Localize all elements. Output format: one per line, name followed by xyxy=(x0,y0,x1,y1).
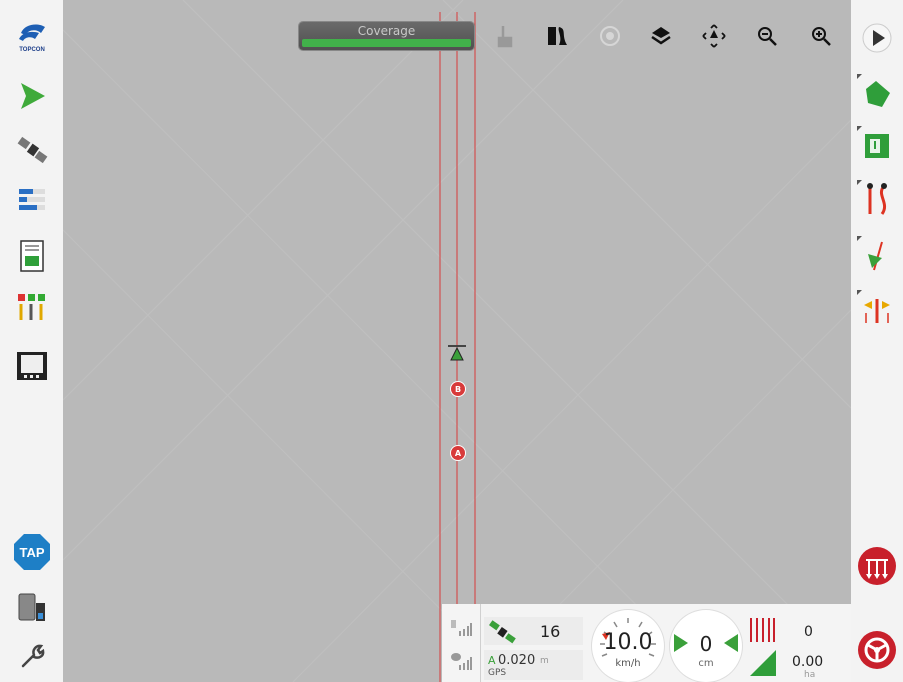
record-icon[interactable] xyxy=(596,22,624,50)
left-toolbar: TOPCON TAP xyxy=(0,0,63,682)
submenu-indicator xyxy=(857,290,862,295)
topcon-logo-icon[interactable]: TOPCON xyxy=(12,16,52,56)
field-boundary-button[interactable] xyxy=(857,74,897,114)
list-icon xyxy=(19,189,45,210)
headland-icon xyxy=(865,134,889,158)
steer-button[interactable] xyxy=(857,630,897,670)
marker-b[interactable]: B xyxy=(450,381,466,397)
map-grid xyxy=(63,0,851,682)
display-button[interactable] xyxy=(12,346,52,386)
rows-count: 0 xyxy=(804,624,813,640)
divider xyxy=(480,604,481,682)
submenu-indicator xyxy=(857,180,862,185)
speed-unit: km/h xyxy=(615,658,641,669)
marker-b-label: B xyxy=(454,384,462,394)
zoom-in-icon[interactable] xyxy=(807,22,835,50)
radio-signal-icon xyxy=(451,653,472,670)
accuracy-prefix: A xyxy=(488,654,496,667)
expand-icon xyxy=(862,23,892,53)
section-control-button[interactable] xyxy=(12,287,52,327)
pan-icon[interactable] xyxy=(700,22,728,50)
vehicle-icon xyxy=(448,345,466,361)
steer-icon xyxy=(858,631,896,669)
coverage-label: Coverage xyxy=(357,24,416,38)
marker-button[interactable] xyxy=(857,236,897,276)
status-bar: 16 A 0.020 m GPS 10.0 km/h 0 cm 0 0.00 h… xyxy=(442,604,851,682)
swath-icon[interactable] xyxy=(543,22,571,50)
cross-track-unit: cm xyxy=(698,658,714,669)
sections-auto-button[interactable] xyxy=(857,546,897,586)
run-guidance-button[interactable] xyxy=(12,76,52,116)
nudge-button[interactable] xyxy=(857,290,897,330)
marker-a-label: A xyxy=(454,448,462,458)
document-icon xyxy=(20,240,44,272)
gps-receiver-button[interactable] xyxy=(12,130,52,170)
right-toolbar xyxy=(851,0,903,682)
setup-button[interactable] xyxy=(12,636,52,676)
nudge-icon xyxy=(864,299,890,323)
cross-track-value: 0 xyxy=(699,632,713,656)
field-boundary-icon xyxy=(866,81,890,107)
wrench-icon xyxy=(21,644,45,668)
rows-icon xyxy=(750,618,775,642)
tap-button[interactable]: TAP xyxy=(12,532,52,572)
accuracy-value: 0.020 xyxy=(498,653,536,668)
cross-track-gauge[interactable]: 0 cm xyxy=(670,610,742,682)
display-icon xyxy=(17,352,47,380)
satellite-icon xyxy=(489,620,516,644)
area-value: 0.00 xyxy=(792,654,824,670)
speed-gauge[interactable]: 10.0 km/h xyxy=(592,610,664,682)
submenu-indicator xyxy=(857,74,862,79)
guidance-lines-icon xyxy=(867,183,887,215)
guidance-lines-button[interactable] xyxy=(857,180,897,220)
tap-label: TAP xyxy=(19,545,44,560)
touch-icon[interactable] xyxy=(491,22,519,50)
coverage-bar[interactable]: Coverage xyxy=(299,22,474,50)
layers-icon[interactable] xyxy=(647,22,675,50)
area-icon xyxy=(750,650,776,676)
implement-icon xyxy=(18,593,45,621)
satellite-count: 16 xyxy=(540,622,561,641)
status-monitor-button[interactable] xyxy=(12,236,52,276)
sections-icon xyxy=(18,294,45,320)
expand-button[interactable] xyxy=(857,18,897,58)
satellite-box[interactable]: 16 xyxy=(484,617,583,645)
green-arrow-icon xyxy=(21,83,45,109)
logo-text: TOPCON xyxy=(19,47,45,53)
headland-button[interactable] xyxy=(857,126,897,166)
coverage-fill xyxy=(302,39,471,47)
submenu-indicator xyxy=(857,126,862,131)
marker-a[interactable]: A xyxy=(450,445,466,461)
area-unit: ha xyxy=(804,670,816,680)
accuracy-unit: m xyxy=(540,656,549,666)
sections-auto-icon xyxy=(858,547,896,585)
data-manager-button[interactable] xyxy=(12,180,52,220)
marker-icon xyxy=(868,241,883,271)
zoom-out-icon[interactable] xyxy=(753,22,781,50)
accuracy-box[interactable]: A 0.020 m GPS xyxy=(484,650,583,680)
tap-icon: TAP xyxy=(14,534,50,570)
fix-label: GPS xyxy=(488,668,507,678)
signal-strength-icon xyxy=(451,620,472,636)
speed-value: 10.0 xyxy=(603,630,653,655)
satellite-icon xyxy=(17,136,48,164)
implement-button[interactable] xyxy=(12,588,52,628)
submenu-indicator xyxy=(857,236,862,241)
map-view[interactable]: Coverage B A xyxy=(63,0,851,682)
